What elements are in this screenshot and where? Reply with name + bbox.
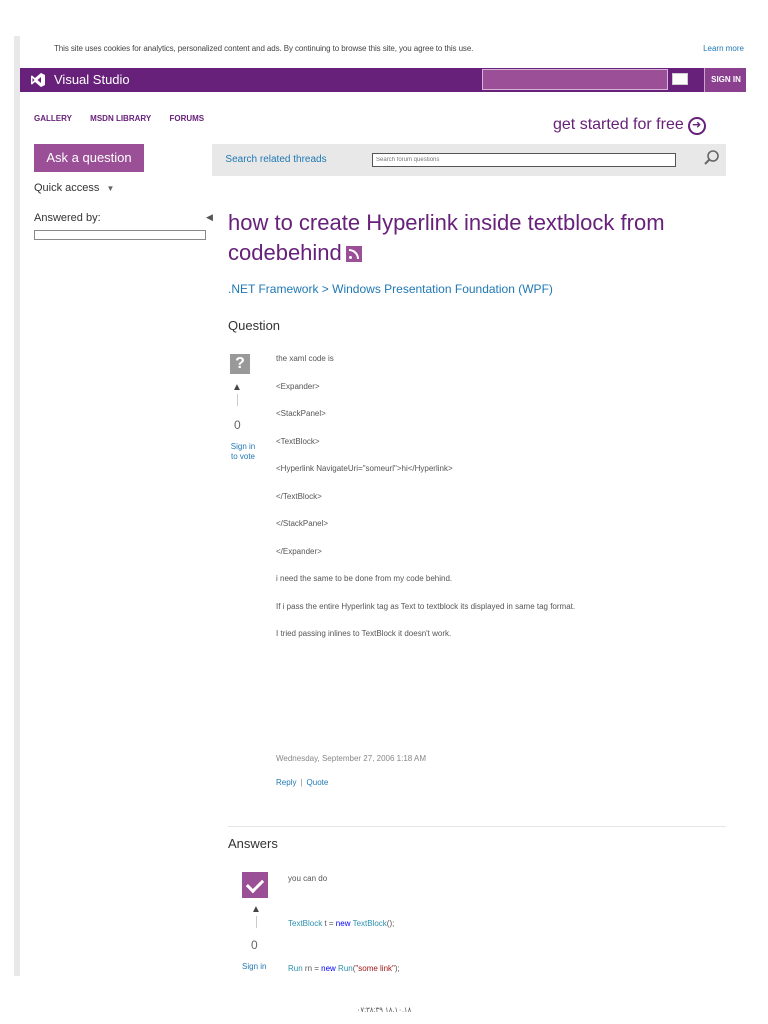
question-date: Wednesday, September 27, 2006 1:18 AM xyxy=(276,754,427,763)
brand-title[interactable]: Visual Studio xyxy=(54,72,130,87)
cookie-bar: This site uses cookies for analytics, pe… xyxy=(20,36,746,66)
answer-code-line: Run rn = new Run("some link"); xyxy=(288,964,708,974)
page: This site uses cookies for analytics, pe… xyxy=(14,36,746,976)
breadcrumb[interactable]: .NET Framework > Windows Presentation Fo… xyxy=(228,282,553,296)
question-vote-count: 0 xyxy=(234,418,241,432)
code-type: Run xyxy=(335,964,353,973)
question-line: i need the same to be done from my code … xyxy=(276,574,453,583)
nav-msdn-library[interactable]: MSDN LIBRARY xyxy=(90,114,151,123)
header-search-box[interactable] xyxy=(482,69,668,90)
answer-code-line: TextBlock t = new TextBlock(); xyxy=(288,919,708,929)
answered-check-icon xyxy=(242,872,268,898)
code-text: rn = xyxy=(302,964,322,973)
vote-up-icon[interactable]: ▲ xyxy=(251,904,261,915)
code-keyword: new xyxy=(321,964,336,973)
answered-by-label: Answered by: xyxy=(34,212,101,224)
question-line: <TextBlock> xyxy=(276,436,320,446)
code-type: Run xyxy=(288,964,303,973)
thread-title: how to create Hyperlink inside textblock… xyxy=(228,208,698,268)
question-line: </StackPanel> xyxy=(276,519,329,528)
answer-intro: you can do xyxy=(288,874,328,883)
question-line: </TextBlock> xyxy=(276,491,322,501)
question-line: </Expander> xyxy=(276,546,322,556)
cookie-message: This site uses cookies for analytics, pe… xyxy=(54,44,474,53)
question-body: the xaml code is <Expander> <StackPanel>… xyxy=(276,354,696,657)
separator: | xyxy=(300,778,303,787)
sign-in-button[interactable]: SIGN IN xyxy=(704,68,746,92)
section-divider xyxy=(228,826,726,827)
collapse-sidebar-icon[interactable]: ◀ xyxy=(206,212,213,223)
code-text: ); xyxy=(394,964,400,973)
question-line: <Expander> xyxy=(276,381,320,391)
question-line: If i pass the entire Hyperlink tag as Te… xyxy=(276,601,576,611)
answer-body: you can do TextBlock t = new TextBlock()… xyxy=(288,874,708,976)
print-timestamp: ۰۷:۳۸:۳۹ ۱۸.۱۰.۱۸ xyxy=(356,1007,412,1014)
code-type: TextBlock xyxy=(350,919,387,928)
get-started-link[interactable]: get started for free xyxy=(553,116,684,134)
header-search-button[interactable] xyxy=(672,73,688,85)
answers-heading: Answers xyxy=(228,836,278,851)
vote-divider xyxy=(237,394,238,406)
code-type: TextBlock xyxy=(288,919,323,928)
code-text: (); xyxy=(386,919,395,928)
code-string: "some link" xyxy=(355,964,395,973)
sign-in-to-vote-link[interactable]: Sign in to vote xyxy=(228,442,258,462)
thread-title-text: how to create Hyperlink inside textblock… xyxy=(228,210,665,265)
search-icon[interactable] xyxy=(702,148,722,168)
chevron-down-icon: ▼ xyxy=(106,184,115,193)
reply-link[interactable]: Reply xyxy=(276,778,296,787)
search-related-threads-button[interactable]: Search related threads xyxy=(212,144,340,176)
answer-vote-count: 0 xyxy=(251,938,258,952)
arrow-right-icon[interactable] xyxy=(688,117,706,135)
vote-divider xyxy=(256,916,257,928)
quick-access-label: Quick access xyxy=(34,182,100,194)
quote-link[interactable]: Quote xyxy=(307,778,329,787)
quick-access-dropdown[interactable]: Quick access ▼ xyxy=(34,182,114,194)
rss-icon[interactable] xyxy=(345,246,362,263)
sign-in-link[interactable]: Sign in xyxy=(242,962,266,971)
question-line: the xaml code is xyxy=(276,354,334,363)
question-line: <StackPanel> xyxy=(276,409,326,418)
nav-forums[interactable]: FORUMS xyxy=(169,114,204,123)
learn-more-link[interactable]: Learn more xyxy=(703,44,744,53)
question-line: I tried passing inlines to TextBlock it … xyxy=(276,629,452,638)
question-line: <Hyperlink NavigateUri="someurl">hi</Hyp… xyxy=(276,464,453,473)
header-bar: Visual Studio SIGN IN xyxy=(20,68,746,92)
code-keyword: new xyxy=(335,919,351,928)
ask-question-button[interactable]: Ask a question xyxy=(34,144,144,172)
question-heading: Question xyxy=(228,318,281,333)
vote-up-icon[interactable]: ▲ xyxy=(232,382,242,393)
answered-by-box xyxy=(34,230,206,240)
forum-search-input[interactable] xyxy=(372,153,676,167)
code-text: t = xyxy=(322,919,336,928)
visual-studio-logo-icon[interactable] xyxy=(30,72,46,88)
top-nav: GALLERY MSDN LIBRARY FORUMS xyxy=(34,114,220,123)
question-actions: Reply | Quote xyxy=(276,778,328,787)
search-threads-bar: Search related threads xyxy=(212,144,726,176)
nav-gallery[interactable]: GALLERY xyxy=(34,114,72,123)
question-mark-icon: ? xyxy=(230,354,250,374)
